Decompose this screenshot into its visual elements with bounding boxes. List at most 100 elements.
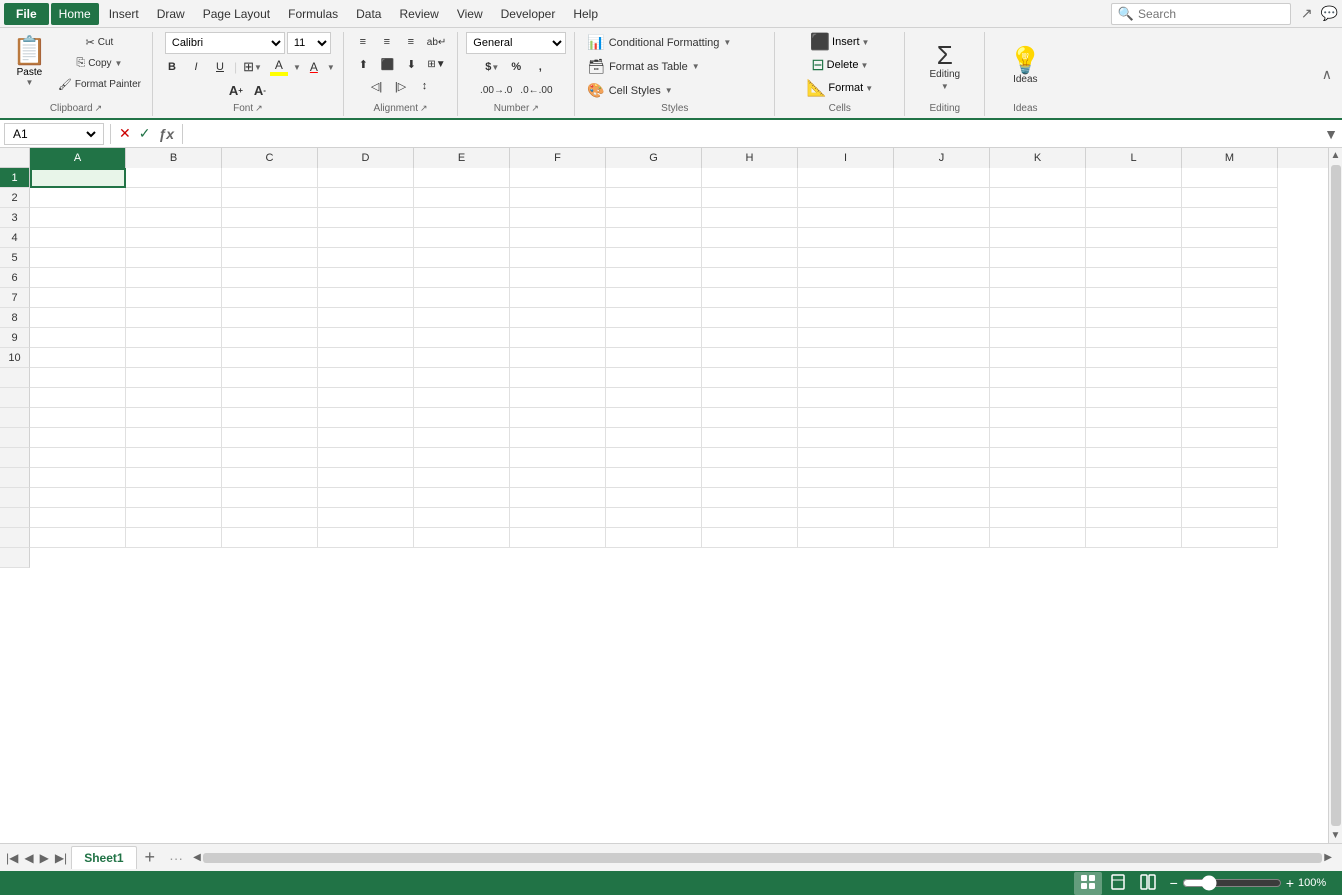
cell-L1[interactable]: [1086, 168, 1182, 188]
format-label[interactable]: Format: [828, 82, 863, 94]
search-input[interactable]: [1138, 7, 1284, 21]
insert-label[interactable]: Insert: [832, 36, 860, 48]
cell-A7[interactable]: [30, 288, 126, 308]
menu-view[interactable]: View: [449, 3, 491, 25]
row-num-18[interactable]: [0, 508, 30, 528]
sheet-nav-prev[interactable]: ◀: [22, 849, 35, 867]
row-num-15[interactable]: [0, 448, 30, 468]
scroll-left-button[interactable]: ◀: [191, 852, 203, 863]
col-header-J[interactable]: J: [894, 148, 990, 168]
row-num-7[interactable]: 7: [0, 288, 30, 308]
vertical-scrollbar[interactable]: ▲ ▼: [1328, 148, 1342, 843]
decimal-decrease-button[interactable]: .00→.0: [477, 80, 515, 100]
delete-label[interactable]: Delete: [827, 59, 859, 71]
sheet-tab-sheet1[interactable]: Sheet1: [71, 846, 136, 869]
row-num-3[interactable]: 3: [0, 208, 30, 228]
align-bottom-button[interactable]: ⬇: [400, 54, 422, 74]
cell-K1[interactable]: [990, 168, 1086, 188]
delete-dropdown[interactable]: ▼: [860, 61, 868, 70]
wrap-text-button[interactable]: ab↵: [424, 32, 450, 52]
page-layout-view-button[interactable]: [1104, 872, 1132, 895]
add-sheet-button[interactable]: +: [139, 847, 162, 868]
cell-A5[interactable]: [30, 248, 126, 268]
confirm-icon[interactable]: ✓: [137, 123, 153, 144]
sheet-nav-next[interactable]: ▶: [38, 849, 51, 867]
col-header-A[interactable]: A: [30, 148, 126, 168]
menu-help[interactable]: Help: [565, 3, 606, 25]
conditional-formatting-button[interactable]: 📊 Conditional Formatting ▼: [583, 32, 735, 53]
menu-page-layout[interactable]: Page Layout: [195, 3, 278, 25]
font-name-select[interactable]: Calibri: [165, 32, 285, 54]
comment-icon[interactable]: 💬: [1321, 5, 1338, 22]
row-num-4[interactable]: 4: [0, 228, 30, 248]
clipboard-expand-icon[interactable]: ↗: [95, 103, 103, 114]
alignment-expand-icon[interactable]: ↗: [420, 103, 428, 114]
menu-review[interactable]: Review: [391, 3, 446, 25]
row-num-17[interactable]: [0, 488, 30, 508]
ribbon-collapse-button[interactable]: ∧: [1316, 64, 1338, 85]
menu-home[interactable]: Home: [51, 3, 99, 25]
cell-A1[interactable]: [30, 168, 126, 188]
format-as-table-button[interactable]: 🗃 Format as Table ▼: [583, 56, 703, 77]
borders-button[interactable]: ⊞ ▼: [240, 57, 265, 77]
cell-A8[interactable]: [30, 308, 126, 328]
percent-button[interactable]: %: [505, 57, 527, 77]
format-dropdown[interactable]: ▼: [865, 84, 873, 93]
cell-A9[interactable]: [30, 328, 126, 348]
page-break-view-button[interactable]: [1134, 872, 1162, 895]
cell-G1[interactable]: [606, 168, 702, 188]
row-num-2[interactable]: 2: [0, 188, 30, 208]
col-header-G[interactable]: G: [606, 148, 702, 168]
paste-dropdown-arrow[interactable]: ▼: [25, 78, 33, 87]
underline-button[interactable]: U: [209, 57, 231, 77]
row-num-16[interactable]: [0, 468, 30, 488]
align-center-button[interactable]: ≡: [376, 32, 398, 52]
row-num-1[interactable]: 1: [0, 168, 30, 188]
indent-decrease-button[interactable]: ◁|: [366, 76, 388, 96]
scroll-up-button[interactable]: ▲: [1329, 148, 1342, 163]
col-header-L[interactable]: L: [1086, 148, 1182, 168]
sheet-nav-last[interactable]: ▶|: [53, 849, 69, 867]
scroll-right-button[interactable]: ▶: [1322, 852, 1334, 863]
col-header-C[interactable]: C: [222, 148, 318, 168]
col-header-D[interactable]: D: [318, 148, 414, 168]
row-num-12[interactable]: [0, 388, 30, 408]
text-direction-button[interactable]: ↕: [414, 76, 436, 96]
h-scroll-thumb[interactable]: [203, 853, 1323, 863]
fill-color-dropdown[interactable]: ▼: [293, 63, 301, 72]
row-num-20[interactable]: [0, 548, 30, 568]
formula-bar-expand[interactable]: ▼: [1324, 126, 1338, 142]
cell-C1[interactable]: [222, 168, 318, 188]
cell-reference-select[interactable]: A1: [9, 126, 99, 142]
row-num-11[interactable]: [0, 368, 30, 388]
cut-button[interactable]: ✂ Cut: [55, 32, 144, 52]
menu-insert[interactable]: Insert: [101, 3, 147, 25]
horizontal-scrollbar[interactable]: ◀ ▶: [191, 852, 1334, 864]
row-num-6[interactable]: 6: [0, 268, 30, 288]
font-color-button[interactable]: A: [303, 57, 325, 77]
col-header-B[interactable]: B: [126, 148, 222, 168]
currency-button[interactable]: $▼: [481, 57, 503, 77]
zoom-minus-button[interactable]: −: [1170, 875, 1178, 891]
menu-developer[interactable]: Developer: [493, 3, 564, 25]
format-painter-button[interactable]: 🖌 Format Painter: [55, 74, 144, 94]
row-num-14[interactable]: [0, 428, 30, 448]
cell-I1[interactable]: [798, 168, 894, 188]
zoom-plus-button[interactable]: +: [1286, 875, 1294, 891]
ideas-button[interactable]: 💡 Ideas: [1003, 37, 1047, 97]
editing-button[interactable]: Σ Editing ▼: [923, 37, 967, 97]
fill-color-button[interactable]: A: [267, 57, 291, 77]
scroll-thumb[interactable]: [1331, 165, 1341, 826]
align-top-button[interactable]: ⬆: [352, 54, 374, 74]
col-header-F[interactable]: F: [510, 148, 606, 168]
increase-font-button[interactable]: A+: [225, 80, 247, 100]
zoom-level-label[interactable]: 100%: [1298, 877, 1334, 889]
cell-A6[interactable]: [30, 268, 126, 288]
cell-J1[interactable]: [894, 168, 990, 188]
menu-data[interactable]: Data: [348, 3, 389, 25]
normal-view-button[interactable]: [1074, 872, 1102, 895]
decrease-font-button[interactable]: A-: [249, 80, 271, 100]
name-box[interactable]: A1: [4, 123, 104, 145]
cancel-icon[interactable]: ✕: [117, 123, 133, 144]
corner-cell[interactable]: [0, 148, 30, 168]
